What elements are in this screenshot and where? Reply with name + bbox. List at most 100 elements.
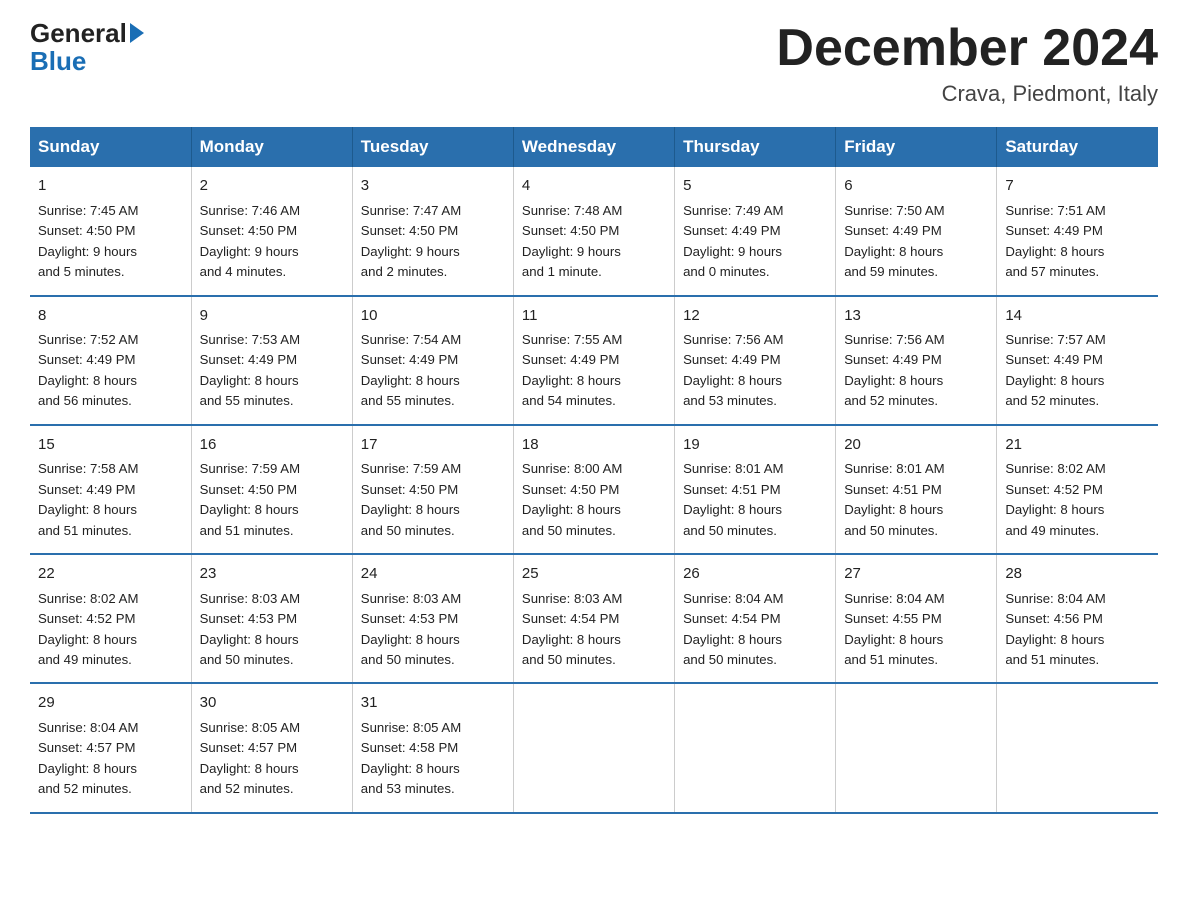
calendar-cell [997, 683, 1158, 812]
day-info: Sunrise: 8:04 AMSunset: 4:55 PMDaylight:… [844, 589, 988, 671]
calendar-week-row: 29 Sunrise: 8:04 AMSunset: 4:57 PMDaylig… [30, 683, 1158, 812]
weekday-header-thursday: Thursday [675, 127, 836, 167]
day-number: 14 [1005, 305, 1150, 328]
page-title: December 2024 [776, 20, 1158, 77]
day-info: Sunrise: 7:48 AMSunset: 4:50 PMDaylight:… [522, 201, 666, 283]
day-info: Sunrise: 7:53 AMSunset: 4:49 PMDaylight:… [200, 330, 344, 412]
day-info: Sunrise: 8:02 AMSunset: 4:52 PMDaylight:… [1005, 459, 1150, 541]
weekday-header-monday: Monday [191, 127, 352, 167]
day-number: 8 [38, 305, 183, 328]
calendar-cell: 24 Sunrise: 8:03 AMSunset: 4:53 PMDaylig… [352, 554, 513, 683]
calendar-cell [513, 683, 674, 812]
day-info: Sunrise: 8:04 AMSunset: 4:57 PMDaylight:… [38, 718, 183, 800]
calendar-week-row: 8 Sunrise: 7:52 AMSunset: 4:49 PMDayligh… [30, 296, 1158, 425]
page-header: General Blue December 2024 Crava, Piedmo… [30, 20, 1158, 107]
calendar-cell [675, 683, 836, 812]
calendar-cell: 2 Sunrise: 7:46 AMSunset: 4:50 PMDayligh… [191, 167, 352, 295]
calendar-cell: 21 Sunrise: 8:02 AMSunset: 4:52 PMDaylig… [997, 425, 1158, 554]
day-info: Sunrise: 7:59 AMSunset: 4:50 PMDaylight:… [200, 459, 344, 541]
day-number: 30 [200, 692, 344, 715]
calendar-cell: 7 Sunrise: 7:51 AMSunset: 4:49 PMDayligh… [997, 167, 1158, 295]
calendar-cell: 26 Sunrise: 8:04 AMSunset: 4:54 PMDaylig… [675, 554, 836, 683]
day-info: Sunrise: 7:51 AMSunset: 4:49 PMDaylight:… [1005, 201, 1150, 283]
day-number: 26 [683, 563, 827, 586]
day-number: 11 [522, 305, 666, 328]
calendar-cell: 11 Sunrise: 7:55 AMSunset: 4:49 PMDaylig… [513, 296, 674, 425]
calendar-table: SundayMondayTuesdayWednesdayThursdayFrid… [30, 127, 1158, 814]
calendar-cell: 25 Sunrise: 8:03 AMSunset: 4:54 PMDaylig… [513, 554, 674, 683]
calendar-cell: 10 Sunrise: 7:54 AMSunset: 4:49 PMDaylig… [352, 296, 513, 425]
calendar-cell: 22 Sunrise: 8:02 AMSunset: 4:52 PMDaylig… [30, 554, 191, 683]
day-info: Sunrise: 8:01 AMSunset: 4:51 PMDaylight:… [683, 459, 827, 541]
day-info: Sunrise: 7:57 AMSunset: 4:49 PMDaylight:… [1005, 330, 1150, 412]
day-number: 13 [844, 305, 988, 328]
location-subtitle: Crava, Piedmont, Italy [776, 81, 1158, 107]
day-number: 24 [361, 563, 505, 586]
day-info: Sunrise: 7:55 AMSunset: 4:49 PMDaylight:… [522, 330, 666, 412]
day-info: Sunrise: 8:02 AMSunset: 4:52 PMDaylight:… [38, 589, 183, 671]
calendar-cell [836, 683, 997, 812]
calendar-cell: 1 Sunrise: 7:45 AMSunset: 4:50 PMDayligh… [30, 167, 191, 295]
calendar-cell: 4 Sunrise: 7:48 AMSunset: 4:50 PMDayligh… [513, 167, 674, 295]
day-number: 16 [200, 434, 344, 457]
day-number: 12 [683, 305, 827, 328]
day-number: 27 [844, 563, 988, 586]
calendar-cell: 5 Sunrise: 7:49 AMSunset: 4:49 PMDayligh… [675, 167, 836, 295]
day-info: Sunrise: 8:05 AMSunset: 4:58 PMDaylight:… [361, 718, 505, 800]
day-number: 19 [683, 434, 827, 457]
day-number: 5 [683, 175, 827, 198]
day-number: 23 [200, 563, 344, 586]
day-info: Sunrise: 7:52 AMSunset: 4:49 PMDaylight:… [38, 330, 183, 412]
day-number: 29 [38, 692, 183, 715]
calendar-cell: 9 Sunrise: 7:53 AMSunset: 4:49 PMDayligh… [191, 296, 352, 425]
logo-blue-text: Blue [30, 46, 86, 77]
calendar-cell: 27 Sunrise: 8:04 AMSunset: 4:55 PMDaylig… [836, 554, 997, 683]
calendar-week-row: 15 Sunrise: 7:58 AMSunset: 4:49 PMDaylig… [30, 425, 1158, 554]
day-number: 18 [522, 434, 666, 457]
calendar-cell: 19 Sunrise: 8:01 AMSunset: 4:51 PMDaylig… [675, 425, 836, 554]
title-block: December 2024 Crava, Piedmont, Italy [776, 20, 1158, 107]
day-number: 6 [844, 175, 988, 198]
day-number: 10 [361, 305, 505, 328]
day-number: 7 [1005, 175, 1150, 198]
day-number: 28 [1005, 563, 1150, 586]
day-number: 15 [38, 434, 183, 457]
calendar-week-row: 22 Sunrise: 8:02 AMSunset: 4:52 PMDaylig… [30, 554, 1158, 683]
weekday-header-sunday: Sunday [30, 127, 191, 167]
calendar-cell: 17 Sunrise: 7:59 AMSunset: 4:50 PMDaylig… [352, 425, 513, 554]
day-info: Sunrise: 7:59 AMSunset: 4:50 PMDaylight:… [361, 459, 505, 541]
calendar-cell: 23 Sunrise: 8:03 AMSunset: 4:53 PMDaylig… [191, 554, 352, 683]
calendar-cell: 30 Sunrise: 8:05 AMSunset: 4:57 PMDaylig… [191, 683, 352, 812]
calendar-cell: 15 Sunrise: 7:58 AMSunset: 4:49 PMDaylig… [30, 425, 191, 554]
calendar-cell: 6 Sunrise: 7:50 AMSunset: 4:49 PMDayligh… [836, 167, 997, 295]
day-info: Sunrise: 8:01 AMSunset: 4:51 PMDaylight:… [844, 459, 988, 541]
calendar-body: 1 Sunrise: 7:45 AMSunset: 4:50 PMDayligh… [30, 167, 1158, 813]
calendar-cell: 18 Sunrise: 8:00 AMSunset: 4:50 PMDaylig… [513, 425, 674, 554]
day-info: Sunrise: 8:03 AMSunset: 4:53 PMDaylight:… [361, 589, 505, 671]
day-number: 21 [1005, 434, 1150, 457]
calendar-cell: 31 Sunrise: 8:05 AMSunset: 4:58 PMDaylig… [352, 683, 513, 812]
day-number: 20 [844, 434, 988, 457]
calendar-cell: 12 Sunrise: 7:56 AMSunset: 4:49 PMDaylig… [675, 296, 836, 425]
day-info: Sunrise: 7:49 AMSunset: 4:49 PMDaylight:… [683, 201, 827, 283]
day-number: 31 [361, 692, 505, 715]
calendar-header: SundayMondayTuesdayWednesdayThursdayFrid… [30, 127, 1158, 167]
day-info: Sunrise: 7:58 AMSunset: 4:49 PMDaylight:… [38, 459, 183, 541]
logo-general-text: General [30, 20, 127, 46]
calendar-cell: 28 Sunrise: 8:04 AMSunset: 4:56 PMDaylig… [997, 554, 1158, 683]
calendar-cell: 20 Sunrise: 8:01 AMSunset: 4:51 PMDaylig… [836, 425, 997, 554]
day-info: Sunrise: 7:45 AMSunset: 4:50 PMDaylight:… [38, 201, 183, 283]
calendar-cell: 14 Sunrise: 7:57 AMSunset: 4:49 PMDaylig… [997, 296, 1158, 425]
calendar-cell: 13 Sunrise: 7:56 AMSunset: 4:49 PMDaylig… [836, 296, 997, 425]
day-number: 22 [38, 563, 183, 586]
calendar-cell: 3 Sunrise: 7:47 AMSunset: 4:50 PMDayligh… [352, 167, 513, 295]
day-info: Sunrise: 8:04 AMSunset: 4:54 PMDaylight:… [683, 589, 827, 671]
day-info: Sunrise: 8:03 AMSunset: 4:54 PMDaylight:… [522, 589, 666, 671]
weekday-header-row: SundayMondayTuesdayWednesdayThursdayFrid… [30, 127, 1158, 167]
day-info: Sunrise: 7:46 AMSunset: 4:50 PMDaylight:… [200, 201, 344, 283]
day-info: Sunrise: 8:00 AMSunset: 4:50 PMDaylight:… [522, 459, 666, 541]
day-info: Sunrise: 8:04 AMSunset: 4:56 PMDaylight:… [1005, 589, 1150, 671]
day-number: 17 [361, 434, 505, 457]
day-number: 4 [522, 175, 666, 198]
weekday-header-saturday: Saturday [997, 127, 1158, 167]
